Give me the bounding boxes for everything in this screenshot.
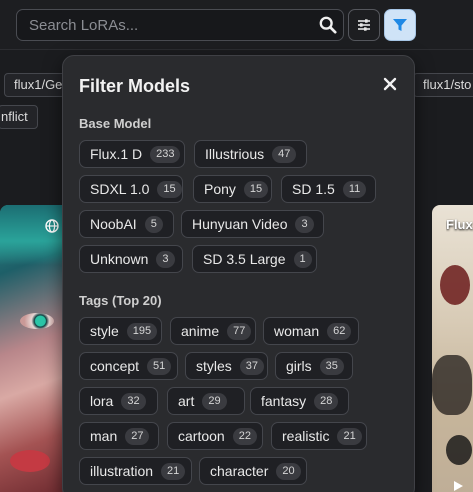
filter-panel: Filter Models Base Model Flux.1 D 233 Il… bbox=[62, 55, 415, 492]
tag-label: woman bbox=[274, 323, 320, 339]
card-image-detail bbox=[432, 355, 472, 415]
base-model-tag[interactable]: Illustrious 47 bbox=[194, 140, 307, 168]
section-title-tags: Tags (Top 20) bbox=[79, 293, 162, 308]
sliders-icon bbox=[358, 19, 370, 31]
tag-count: 5 bbox=[144, 215, 163, 233]
tag-count: 77 bbox=[227, 322, 252, 340]
tag-label: Hunyuan Video bbox=[192, 216, 288, 232]
tag-label: Pony bbox=[204, 181, 236, 197]
tag-label: NoobAI bbox=[90, 216, 137, 232]
filter-icon bbox=[393, 19, 407, 31]
tag-count: 35 bbox=[319, 357, 344, 375]
tag-label: Unknown bbox=[90, 251, 149, 267]
base-model-tag[interactable]: SDXL 1.0 15 bbox=[79, 175, 183, 203]
tag-count: 51 bbox=[147, 357, 172, 375]
play-icon[interactable] bbox=[452, 480, 464, 492]
card-image-detail bbox=[10, 450, 50, 472]
tag-chip[interactable]: style 195 bbox=[79, 317, 162, 345]
tag-chip[interactable]: lora 32 bbox=[79, 387, 158, 415]
model-card-title: Flux. bbox=[446, 217, 473, 232]
tag-count: 32 bbox=[121, 392, 146, 410]
base-model-tag[interactable]: NoobAI 5 bbox=[79, 210, 174, 238]
model-chip[interactable]: flux1/Ge bbox=[4, 73, 66, 97]
card-image-detail bbox=[446, 435, 472, 465]
tag-count: 195 bbox=[126, 322, 158, 340]
tag-count: 3 bbox=[295, 215, 314, 233]
card-image-detail bbox=[0, 205, 66, 265]
search-icon[interactable] bbox=[319, 16, 337, 34]
section-title-base-model: Base Model bbox=[79, 116, 152, 131]
base-model-tag[interactable]: Pony 15 bbox=[193, 175, 272, 203]
tag-label: fantasy bbox=[261, 393, 307, 409]
filter-button[interactable] bbox=[384, 9, 416, 41]
tag-label: realistic bbox=[282, 428, 330, 444]
tag-chip[interactable]: concept 51 bbox=[79, 352, 178, 380]
tag-chip[interactable]: styles 37 bbox=[185, 352, 268, 380]
search-box[interactable] bbox=[16, 9, 344, 41]
conflict-chip[interactable]: nflict bbox=[0, 105, 38, 129]
tag-label: character bbox=[210, 463, 269, 479]
tag-count: 21 bbox=[161, 462, 186, 480]
tag-count: 15 bbox=[157, 180, 182, 198]
tag-count: 3 bbox=[156, 250, 175, 268]
top-bar bbox=[0, 0, 473, 50]
tag-label: girls bbox=[286, 358, 312, 374]
settings-button[interactable] bbox=[348, 9, 380, 41]
tag-chip[interactable]: art 29 bbox=[167, 387, 245, 415]
model-card-image[interactable] bbox=[0, 205, 66, 492]
tag-label: concept bbox=[90, 358, 140, 374]
model-chip[interactable]: flux1/sto bbox=[413, 73, 473, 97]
tag-count: 11 bbox=[342, 180, 367, 198]
panel-title: Filter Models bbox=[79, 76, 191, 96]
tag-count: 28 bbox=[314, 392, 339, 410]
base-model-tag[interactable]: SD 3.5 Large 1 bbox=[192, 245, 317, 273]
model-card-image[interactable] bbox=[432, 205, 473, 492]
card-image-detail bbox=[440, 265, 470, 305]
tag-label: man bbox=[90, 428, 118, 444]
tag-label: lora bbox=[90, 393, 114, 409]
tag-count: 1 bbox=[293, 250, 312, 268]
search-input[interactable] bbox=[18, 11, 308, 39]
tag-count: 22 bbox=[232, 427, 257, 445]
tag-chip[interactable]: cartoon 22 bbox=[167, 422, 263, 450]
tag-label: anime bbox=[181, 323, 220, 339]
globe-icon[interactable] bbox=[45, 219, 59, 233]
tag-label: illustration bbox=[90, 463, 154, 479]
tag-label: SDXL 1.0 bbox=[90, 181, 150, 197]
tag-count: 62 bbox=[327, 322, 352, 340]
tag-count: 47 bbox=[272, 145, 297, 163]
tag-label: Illustrious bbox=[205, 146, 265, 162]
tag-chip[interactable]: fantasy 28 bbox=[250, 387, 349, 415]
tag-chip[interactable]: woman 62 bbox=[263, 317, 359, 345]
tag-count: 21 bbox=[337, 427, 362, 445]
tag-chip[interactable]: character 20 bbox=[199, 457, 307, 485]
tag-label: Flux.1 D bbox=[90, 146, 143, 162]
base-model-tag[interactable]: Unknown 3 bbox=[79, 245, 183, 273]
tag-chip[interactable]: anime 77 bbox=[170, 317, 256, 345]
tag-label: art bbox=[178, 393, 195, 409]
tag-count: 233 bbox=[150, 145, 181, 163]
tag-count: 37 bbox=[239, 357, 265, 375]
tag-count: 15 bbox=[243, 180, 269, 198]
tag-count: 20 bbox=[276, 462, 301, 480]
tag-label: style bbox=[90, 323, 119, 339]
tag-label: cartoon bbox=[178, 428, 225, 444]
card-image-detail bbox=[20, 313, 54, 329]
tag-label: SD 1.5 bbox=[292, 181, 335, 197]
tag-label: SD 3.5 Large bbox=[203, 251, 286, 267]
tag-chip[interactable]: illustration 21 bbox=[79, 457, 192, 485]
tag-count: 27 bbox=[125, 427, 150, 445]
base-model-tag[interactable]: Flux.1 D 233 bbox=[79, 140, 185, 168]
tag-chip[interactable]: man 27 bbox=[79, 422, 159, 450]
tag-count: 29 bbox=[202, 392, 227, 410]
tag-chip[interactable]: girls 35 bbox=[275, 352, 353, 380]
tag-chip[interactable]: realistic 21 bbox=[271, 422, 367, 450]
base-model-tag[interactable]: Hunyuan Video 3 bbox=[181, 210, 324, 238]
base-model-tag[interactable]: SD 1.5 11 bbox=[281, 175, 376, 203]
tag-label: styles bbox=[196, 358, 232, 374]
close-icon[interactable] bbox=[382, 76, 398, 92]
